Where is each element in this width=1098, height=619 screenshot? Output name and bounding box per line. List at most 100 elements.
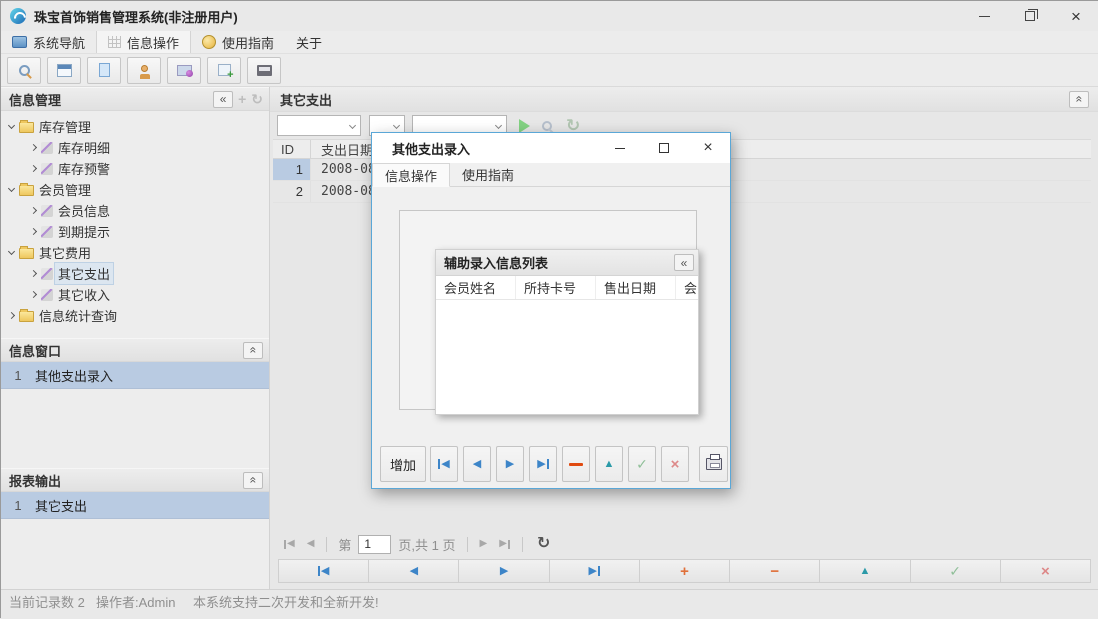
minimize-button[interactable] xyxy=(961,1,1007,31)
search-tool-button[interactable] xyxy=(7,57,41,84)
tree-node-member-info[interactable]: 会员信息 xyxy=(1,200,269,221)
window-plus-icon xyxy=(218,64,231,76)
chevron-right-icon[interactable] xyxy=(30,144,37,151)
dialog-minimize-button[interactable] xyxy=(598,133,642,163)
dbnav-prior-button[interactable]: ◀ xyxy=(369,559,459,583)
collapse-main-button[interactable]: « xyxy=(1069,91,1089,108)
chevron-right-icon[interactable] xyxy=(30,165,37,172)
document-tool-button[interactable] xyxy=(87,57,121,84)
edit-icon: ▲ xyxy=(859,566,870,577)
minimize-icon xyxy=(979,16,990,17)
dialog-cancel-button[interactable]: × xyxy=(661,446,689,482)
dbnav-edit-button[interactable]: ▲ xyxy=(820,559,910,583)
column-header-date[interactable]: 支出日期 xyxy=(311,140,373,159)
add-window-tool-button[interactable] xyxy=(207,57,241,84)
dbnav-first-button[interactable]: ◀ xyxy=(278,559,369,583)
minimize-icon xyxy=(615,148,625,149)
dialog-tab-user-guide[interactable]: 使用指南 xyxy=(450,163,526,186)
monitor-tool-button[interactable] xyxy=(167,57,201,84)
wand-icon xyxy=(41,289,53,301)
dbnav-next-button[interactable]: ▶ xyxy=(459,559,549,583)
tree-node-inventory[interactable]: 库存管理 xyxy=(1,116,269,137)
helper-collapse-button[interactable]: « xyxy=(674,254,694,271)
main-panel-title: 其它支出 xyxy=(280,90,332,109)
dialog-edit-button[interactable]: ▲ xyxy=(595,446,623,482)
column-header-id[interactable]: ID xyxy=(273,140,311,158)
page-number-input[interactable] xyxy=(358,535,391,554)
list-item-other-expense-report[interactable]: 1 其它支出 xyxy=(1,492,269,519)
page-prev-button[interactable]: ◀ xyxy=(307,539,315,549)
add-button[interactable]: 增加 xyxy=(380,446,426,482)
dbnav-insert-button[interactable]: + xyxy=(640,559,730,583)
helper-col-member-name[interactable]: 会员姓名 xyxy=(436,276,516,299)
member-tool-button[interactable] xyxy=(127,57,161,84)
dialog-last-button[interactable]: ▶ xyxy=(529,446,557,482)
page-next-button[interactable]: ▶ xyxy=(480,539,488,549)
tree-label: 库存管理 xyxy=(39,117,91,136)
tree-node-stats-query[interactable]: 信息统计查询 xyxy=(1,305,269,326)
helper-col-card-number[interactable]: 所持卡号 xyxy=(516,276,596,299)
restore-icon xyxy=(1025,11,1035,21)
row-id-cell[interactable]: 1 xyxy=(273,159,311,180)
export-tool-button[interactable] xyxy=(247,57,281,84)
tree-node-expiry-reminder[interactable]: 到期提示 xyxy=(1,221,269,242)
dbnav-delete-button[interactable]: − xyxy=(730,559,820,583)
menu-user-guide[interactable]: 使用指南 xyxy=(191,31,285,53)
chevron-right-icon[interactable] xyxy=(8,312,15,319)
wand-icon xyxy=(41,226,53,238)
page-refresh-button[interactable]: ↻ xyxy=(537,536,550,552)
list-item-other-expense-entry[interactable]: 1 其他支出录入 xyxy=(1,362,269,389)
tree-node-other-expense-group[interactable]: 其它费用 xyxy=(1,242,269,263)
chevron-right-icon[interactable] xyxy=(30,207,37,214)
menu-about[interactable]: 关于 xyxy=(285,31,333,53)
collapse-left-icon: « xyxy=(681,256,688,270)
dialog-print-button[interactable] xyxy=(699,446,728,482)
document-icon xyxy=(99,63,110,77)
next-icon: ▶ xyxy=(506,459,514,470)
dialog-maximize-button[interactable] xyxy=(642,133,686,163)
collapse-up-button[interactable]: « xyxy=(243,342,263,359)
chevron-right-icon[interactable] xyxy=(30,291,37,298)
dialog-delete-button[interactable] xyxy=(562,446,590,482)
close-button[interactable]: × xyxy=(1053,1,1098,31)
chevron-down-icon[interactable] xyxy=(8,121,15,128)
prior-icon: ◀ xyxy=(473,459,481,470)
tree-node-other-expense[interactable]: 其它支出 xyxy=(1,263,269,284)
collapse-panel-button[interactable]: « xyxy=(213,91,233,108)
dbnav-cancel-button[interactable]: × xyxy=(1001,559,1091,583)
menu-system-nav[interactable]: 系统导航 xyxy=(1,31,96,53)
page-total-label: 页,共 1 页 xyxy=(398,535,455,554)
cancel-icon: × xyxy=(671,457,680,472)
tree-node-inventory-detail[interactable]: 库存明细 xyxy=(1,137,269,158)
dialog-post-button[interactable]: ✓ xyxy=(628,446,656,482)
restore-button[interactable] xyxy=(1007,1,1053,31)
tree-label: 信息统计查询 xyxy=(39,306,117,325)
table-tool-button[interactable] xyxy=(47,57,81,84)
helper-col-member[interactable]: 会员 xyxy=(676,276,698,299)
chevron-down-icon[interactable] xyxy=(8,247,15,254)
dbnav-last-button[interactable]: ▶ xyxy=(550,559,640,583)
close-icon: × xyxy=(703,140,712,156)
chevron-right-icon[interactable] xyxy=(30,228,37,235)
chevron-right-icon[interactable] xyxy=(30,270,37,277)
tree-node-other-income[interactable]: 其它收入 xyxy=(1,284,269,305)
dialog-next-button[interactable]: ▶ xyxy=(496,446,524,482)
row-id-cell[interactable]: 2 xyxy=(273,181,311,202)
edit-icon: ▲ xyxy=(604,459,615,470)
tree-label: 库存明细 xyxy=(58,138,110,157)
dialog-prior-button[interactable]: ◀ xyxy=(463,446,491,482)
collapse-up-button[interactable]: « xyxy=(243,472,263,489)
dbnav-post-button[interactable]: ✓ xyxy=(911,559,1001,583)
dialog-close-button[interactable]: × xyxy=(686,133,730,163)
filter-field-select[interactable] xyxy=(277,115,361,136)
page-last-button[interactable]: ▶ xyxy=(499,539,510,549)
helper-col-sale-date[interactable]: 售出日期 xyxy=(596,276,676,299)
dialog-tab-info-operate[interactable]: 信息操作 xyxy=(372,163,450,187)
chevron-down-icon[interactable] xyxy=(8,184,15,191)
dialog-first-button[interactable]: ◀ xyxy=(430,446,458,482)
menu-info-operate[interactable]: 信息操作 xyxy=(96,31,191,53)
run-filter-icon[interactable] xyxy=(519,119,530,133)
page-first-button[interactable]: ◀ xyxy=(284,539,295,549)
tree-node-member-mgmt[interactable]: 会员管理 xyxy=(1,179,269,200)
tree-node-inventory-warning[interactable]: 库存预警 xyxy=(1,158,269,179)
